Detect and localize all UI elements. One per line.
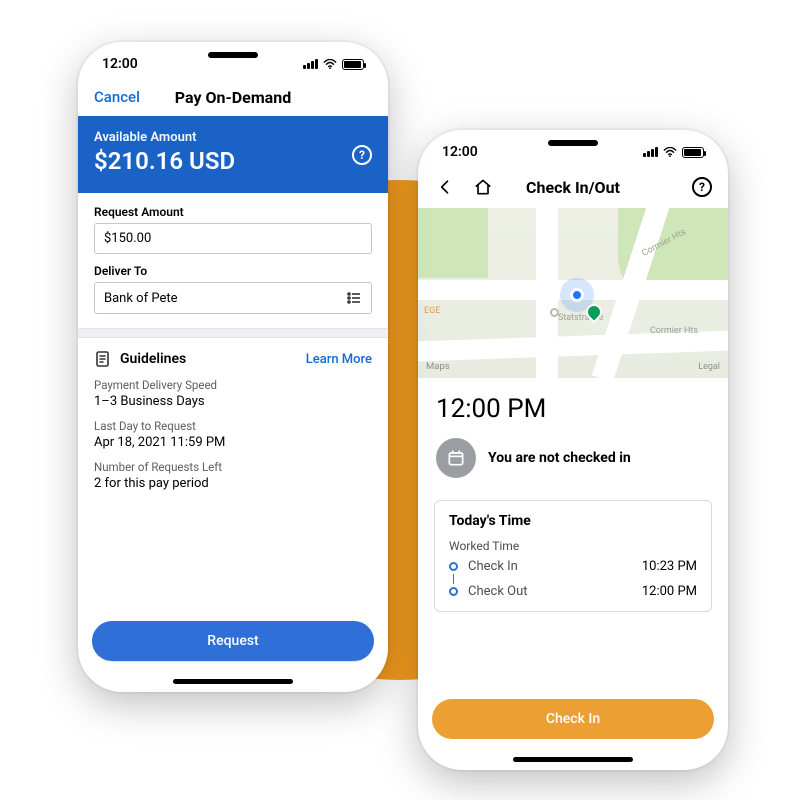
deliver-to-select[interactable]: Bank of Pete bbox=[94, 282, 372, 314]
deliver-to-value: Bank of Pete bbox=[104, 291, 177, 306]
nav-bar: Cancel Pay On-Demand bbox=[78, 86, 388, 116]
request-button[interactable]: Request bbox=[92, 621, 374, 661]
guideline-value: 1–3 Business Days bbox=[94, 394, 372, 409]
learn-more-link[interactable]: Learn More bbox=[306, 352, 372, 367]
todays-time-card: Today's Time Worked Time Check In 10:23 … bbox=[434, 500, 712, 612]
wifi-icon bbox=[663, 147, 677, 157]
available-label: Available Amount bbox=[94, 130, 372, 145]
phone-pay-on-demand: 12:00 Cancel Pay On-Demand Available Amo… bbox=[78, 42, 388, 692]
guideline-row: Number of Requests Left 2 for this pay p… bbox=[94, 460, 372, 491]
section-divider bbox=[78, 328, 388, 338]
timeline-value: 12:00 PM bbox=[642, 584, 697, 599]
street-label: Cormier Hts bbox=[650, 326, 698, 336]
check-in-button[interactable]: Check In bbox=[432, 699, 714, 739]
status-badge-icon bbox=[436, 438, 476, 478]
guideline-value: Apr 18, 2021 11:59 PM bbox=[94, 435, 372, 450]
nav-bar: Check In/Out ? bbox=[418, 174, 728, 208]
status-time: 12:00 bbox=[102, 56, 138, 72]
status-icons bbox=[303, 59, 364, 70]
current-time: 12:00 PM bbox=[436, 394, 710, 424]
cancel-button[interactable]: Cancel bbox=[94, 88, 140, 106]
help-icon[interactable]: ? bbox=[692, 177, 712, 197]
status-text: You are not checked in bbox=[488, 450, 631, 466]
guideline-value: 2 for this pay period bbox=[94, 476, 372, 491]
page-title: Pay On-Demand bbox=[175, 88, 291, 107]
available-amount: $210.16 USD bbox=[94, 147, 372, 175]
device-notch bbox=[163, 42, 303, 68]
guidelines-title: Guidelines bbox=[120, 351, 186, 367]
timeline-label: Check Out bbox=[468, 584, 528, 599]
current-location-dot bbox=[570, 288, 584, 302]
request-amount-input[interactable] bbox=[94, 223, 372, 254]
battery-icon bbox=[342, 59, 364, 70]
home-button[interactable] bbox=[472, 176, 494, 198]
guideline-key: Number of Requests Left bbox=[94, 460, 372, 474]
poi-label: EGE bbox=[424, 306, 440, 316]
phone-check-in-out: 12:00 Check In/Out ? Cormier Hts Cormier… bbox=[418, 130, 728, 770]
request-amount-label: Request Amount bbox=[94, 205, 372, 219]
battery-icon bbox=[682, 147, 704, 158]
guideline-row: Last Day to Request Apr 18, 2021 11:59 P… bbox=[94, 419, 372, 450]
map[interactable]: Cormier Hts Cormier Hts Statstrasse EGE … bbox=[418, 208, 728, 378]
guideline-row: Payment Delivery Speed 1–3 Business Days bbox=[94, 378, 372, 409]
time-status: 12:00 PM You are not checked in bbox=[418, 378, 728, 486]
timeline-connector bbox=[453, 574, 454, 584]
timeline-label: Check In bbox=[468, 559, 518, 574]
guideline-key: Payment Delivery Speed bbox=[94, 378, 372, 392]
device-notch bbox=[503, 130, 643, 156]
map-provider: Maps bbox=[426, 361, 450, 372]
signal-icon bbox=[643, 147, 658, 157]
timeline-dot-icon bbox=[449, 587, 458, 596]
home-indicator bbox=[513, 757, 633, 762]
timeline-row: Check In 10:23 PM bbox=[449, 559, 697, 574]
map-marker-gray bbox=[550, 308, 559, 317]
timeline-row: Check Out 12:00 PM bbox=[449, 584, 697, 599]
status-time: 12:00 bbox=[442, 144, 478, 160]
list-icon bbox=[346, 290, 362, 306]
card-title: Today's Time bbox=[449, 513, 697, 529]
card-subtitle: Worked Time bbox=[449, 539, 697, 553]
status-icons bbox=[643, 147, 704, 158]
timeline-dot-icon bbox=[449, 562, 458, 571]
guideline-key: Last Day to Request bbox=[94, 419, 372, 433]
page-title: Check In/Out bbox=[526, 178, 620, 197]
form-area: Request Amount Deliver To Bank of Pete bbox=[78, 193, 388, 328]
help-icon[interactable]: ? bbox=[352, 145, 372, 165]
map-legal-link[interactable]: Legal bbox=[698, 362, 720, 372]
available-amount-banner: Available Amount $210.16 USD ? bbox=[78, 116, 388, 193]
request-amount-field[interactable] bbox=[104, 231, 362, 246]
wifi-icon bbox=[323, 59, 337, 69]
guidelines-section: Guidelines Learn More Payment Delivery S… bbox=[78, 338, 388, 501]
guidelines-icon bbox=[94, 350, 112, 368]
home-indicator bbox=[173, 679, 293, 684]
deliver-to-label: Deliver To bbox=[94, 264, 372, 278]
signal-icon bbox=[303, 59, 318, 69]
timeline-value: 10:23 PM bbox=[642, 559, 697, 574]
back-button[interactable] bbox=[434, 176, 456, 198]
